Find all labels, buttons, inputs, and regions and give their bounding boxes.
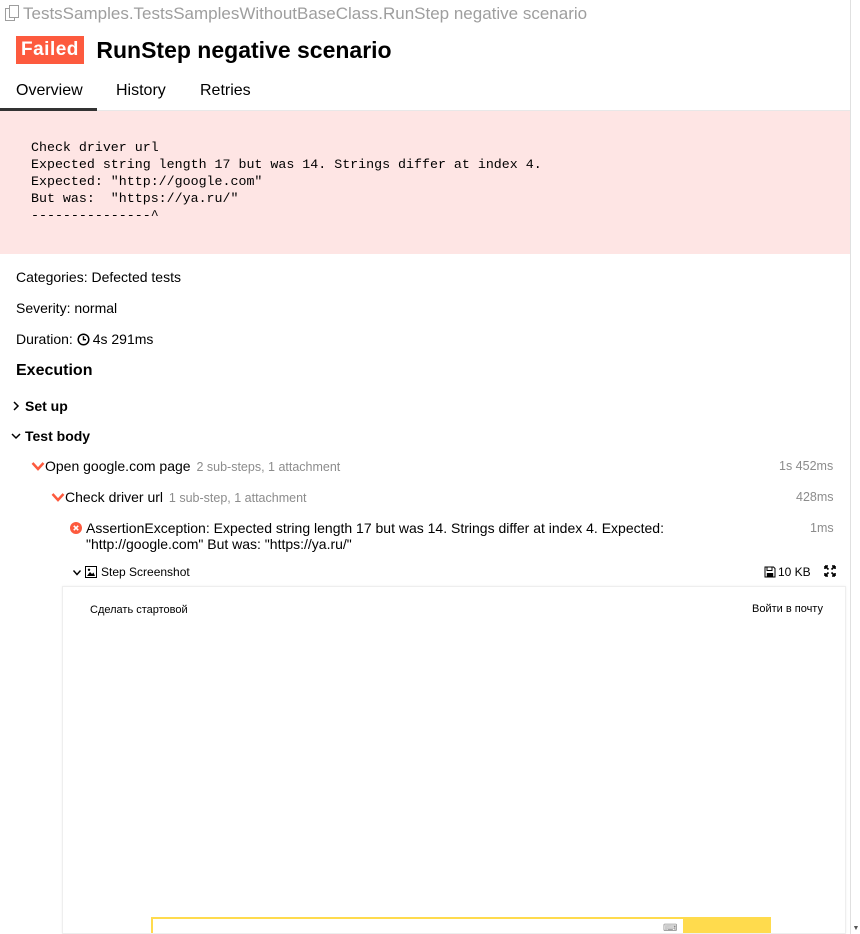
tab-history[interactable]: History [100, 74, 182, 111]
vertical-scrollbar[interactable]: ▼ [850, 0, 860, 934]
step-check-driver-url[interactable]: Check driver url 1 sub-step, 1 attachmen… [51, 489, 850, 505]
keyboard-icon: ⌨ [663, 923, 678, 934]
severity-line: Severity: normal [16, 300, 118, 316]
page-title: RunStep negative scenario [96, 36, 392, 63]
duration-value: 4s 291ms [92, 331, 154, 347]
test-result-panel: TestsSamples.TestsSamplesWithoutBaseClas… [0, 0, 850, 934]
title-row: Failed RunStep negative scenario [16, 36, 392, 66]
attachment-label: Step Screenshot [101, 565, 190, 579]
status-badge: Failed [16, 36, 84, 64]
chevron-right-icon [11, 398, 21, 411]
tab-bar: Overview History Retries [0, 74, 850, 111]
setup-section[interactable]: Set up [11, 398, 68, 414]
step-name: Open google.com page [45, 458, 191, 474]
categories-line: Categories: Defected tests [16, 269, 181, 285]
tab-overview[interactable]: Overview [0, 74, 97, 111]
screenshot-link-login: Войти в почту [752, 603, 823, 615]
test-body-section[interactable]: Test body [11, 428, 90, 444]
duration-line: Duration: 4s 291ms [16, 331, 153, 347]
chevron-down-icon [31, 458, 45, 471]
step-duration: 428ms [796, 490, 834, 504]
screenshot-search-button [683, 917, 771, 933]
step-open-google[interactable]: Open google.com page 2 sub-steps, 1 atta… [31, 458, 850, 474]
chevron-down-icon [51, 489, 65, 502]
tab-retries[interactable]: Retries [184, 74, 267, 111]
screenshot-preview: Сделать стартовой Войти в почту ⌨ [62, 586, 846, 934]
execution-heading: Execution [16, 362, 93, 379]
image-icon [85, 566, 97, 578]
error-message-text: Check driver url Expected string length … [31, 140, 542, 223]
scroll-down-icon[interactable]: ▼ [852, 924, 860, 934]
duration-label: Duration: [16, 331, 73, 347]
step-substeps: 1 sub-step, 1 attachment [168, 491, 307, 505]
assertion-message: AssertionException: Expected string leng… [86, 520, 664, 552]
screenshot-search-box: ⌨ [151, 917, 685, 934]
test-path: TestsSamples.TestsSamplesWithoutBaseClas… [5, 4, 587, 26]
test-body-label: Test body [25, 428, 91, 444]
step-name: Check driver url [65, 489, 164, 505]
assertion-duration: 1ms [810, 521, 834, 535]
error-circle-icon [70, 521, 82, 534]
copy-icon[interactable] [5, 5, 19, 21]
error-message-box: Check driver url Expected string length … [0, 111, 850, 254]
attachment-size: 10 KB [778, 565, 811, 579]
test-path-text: TestsSamples.TestsSamplesWithoutBaseClas… [23, 4, 588, 23]
step-duration: 1s 452ms [779, 459, 834, 473]
step-substeps: 2 sub-steps, 1 attachment [196, 460, 341, 474]
chevron-down-icon [72, 567, 82, 577]
screenshot-link-homepage: Сделать стартовой [90, 604, 188, 616]
save-icon[interactable] [764, 566, 776, 578]
setup-label: Set up [25, 398, 68, 414]
attachment-row[interactable]: Step Screenshot 10 KB [70, 563, 850, 583]
clock-icon [77, 333, 90, 346]
chevron-down-icon [11, 428, 21, 440]
expand-icon[interactable] [824, 565, 836, 577]
